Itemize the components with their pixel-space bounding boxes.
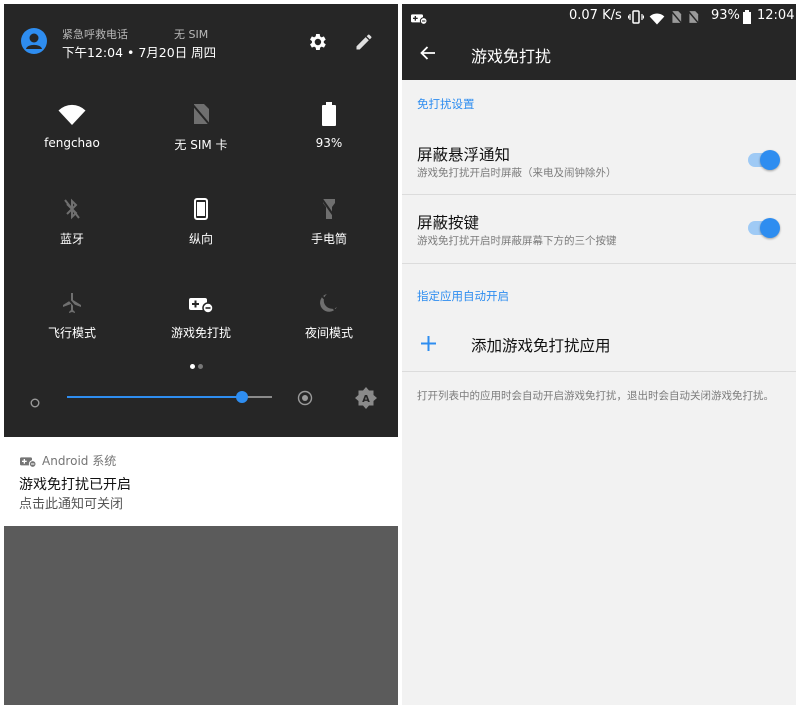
plus-icon [421, 336, 436, 355]
page-title: 游戏免打扰 [471, 47, 552, 66]
setting-title: 屏蔽按键 [417, 214, 480, 232]
emergency-call-text[interactable]: 紧急呼救电话 [62, 26, 128, 42]
battery-percent-text: 93% [711, 8, 740, 23]
tile-wifi[interactable]: fengchao [12, 92, 132, 150]
tile-flashlight[interactable]: 手电筒 [269, 186, 389, 247]
add-app-row[interactable]: 添加游戏免打扰应用 [402, 316, 796, 371]
tile-label: 手电筒 [310, 232, 347, 246]
tile-label: 纵向 [188, 232, 213, 246]
portrait-icon [141, 186, 261, 220]
notification-card[interactable]: Android 系统 游戏免打扰已开启 点击此通知可关闭 [4, 437, 398, 526]
battery-status-icon [743, 9, 751, 28]
no-sim-status-icon [671, 9, 682, 28]
setting-subtitle: 游戏免打扰开启时屏蔽（来电及闹钟除外） [417, 167, 617, 179]
divider [402, 263, 796, 264]
add-app-label: 添加游戏免打扰应用 [471, 337, 611, 355]
tile-game-dnd[interactable]: 游戏免打扰 [141, 280, 261, 341]
setting-title: 屏蔽悬浮通知 [417, 146, 511, 164]
user-avatar-icon[interactable] [21, 28, 47, 54]
divider [402, 371, 796, 372]
night-mode-off-icon [269, 280, 389, 314]
settings-gear-icon[interactable] [306, 31, 328, 57]
notification-title: 游戏免打扰已开启 [19, 477, 131, 493]
airplane-off-icon [12, 280, 132, 314]
quick-settings-panel: 紧急呼救电话 无 SIM 下午12:04 • 7月20日 周四 fengchao… [4, 4, 398, 437]
quick-settings-screen: 紧急呼救电话 无 SIM 下午12:04 • 7月20日 周四 fengchao… [4, 4, 398, 705]
footer-description: 打开列表中的应用时会自动开启游戏免打扰，退出时会自动关闭游戏免打扰。 [417, 390, 774, 402]
flashlight-off-icon [269, 186, 389, 220]
game-dnd-settings-screen: 0.07 K/s 93% 12:04 游戏免打扰 免打扰设置 屏蔽悬浮通知 游戏… [402, 4, 796, 705]
svg-text:A: A [362, 394, 370, 405]
clock-text: 12:04 [757, 8, 795, 23]
toggle-thumb [760, 218, 780, 238]
page-indicator [190, 354, 206, 373]
auto-brightness-icon[interactable]: A [355, 387, 377, 413]
wifi-icon [12, 92, 132, 126]
no-sim-icon [141, 92, 261, 126]
page-dot-active [190, 364, 195, 369]
date-time-text: 下午12:04 • 7月20日 周四 [62, 45, 217, 60]
tile-bluetooth[interactable]: 蓝牙 [12, 186, 132, 247]
block-notifications-toggle[interactable] [748, 149, 780, 171]
notification-app-name: Android 系统 [42, 454, 117, 468]
page-dot [198, 364, 203, 369]
setting-row-block-notifications[interactable]: 屏蔽悬浮通知 游戏免打扰开启时屏蔽（来电及闹钟除外） [402, 128, 796, 193]
tile-label: 蓝牙 [59, 232, 84, 246]
setting-subtitle: 游戏免打扰开启时屏蔽屏幕下方的三个按键 [417, 235, 617, 247]
no-sim-status-icon-2 [688, 9, 699, 28]
tile-label: fengchao [44, 136, 100, 150]
brightness-low-icon [30, 393, 40, 412]
game-dnd-icon [141, 280, 261, 314]
wifi-status-icon [649, 10, 665, 29]
block-keys-toggle[interactable] [748, 217, 780, 239]
bluetooth-off-icon [12, 186, 132, 220]
tile-orientation[interactable]: 纵向 [141, 186, 261, 247]
toggle-thumb [760, 150, 780, 170]
network-speed-text: 0.07 K/s [569, 8, 622, 23]
vibrate-icon [627, 9, 645, 28]
back-arrow-icon[interactable] [419, 44, 437, 66]
sim-status-text: 无 SIM [174, 28, 209, 41]
battery-icon [269, 92, 389, 126]
brightness-high-icon [297, 390, 313, 410]
tile-label: 游戏免打扰 [170, 326, 231, 340]
tile-sim[interactable]: 无 SIM 卡 [141, 92, 261, 153]
tile-night-mode[interactable]: 夜间模式 [269, 280, 389, 341]
game-dnd-small-icon [19, 453, 37, 472]
tile-label: 93% [315, 136, 343, 150]
section-header-dnd-settings: 免打扰设置 [417, 97, 475, 111]
section-header-auto-apps: 指定应用自动开启 [417, 289, 509, 303]
setting-row-block-keys[interactable]: 屏蔽按键 游戏免打扰开启时屏蔽屏幕下方的三个按键 [402, 195, 796, 262]
tile-label: 夜间模式 [304, 326, 353, 340]
tile-label: 飞行模式 [47, 326, 96, 340]
brightness-slider-fill [67, 396, 242, 398]
brightness-slider-thumb[interactable] [236, 391, 248, 403]
notification-text: 点击此通知可关闭 [19, 497, 124, 512]
tile-label: 无 SIM 卡 [174, 138, 228, 152]
tile-airplane[interactable]: 飞行模式 [12, 280, 132, 341]
tile-battery[interactable]: 93% [269, 92, 389, 150]
app-bar: 0.07 K/s 93% 12:04 游戏免打扰 [402, 4, 796, 80]
game-dnd-status-icon [410, 10, 428, 29]
edit-pencil-icon[interactable] [354, 32, 374, 56]
